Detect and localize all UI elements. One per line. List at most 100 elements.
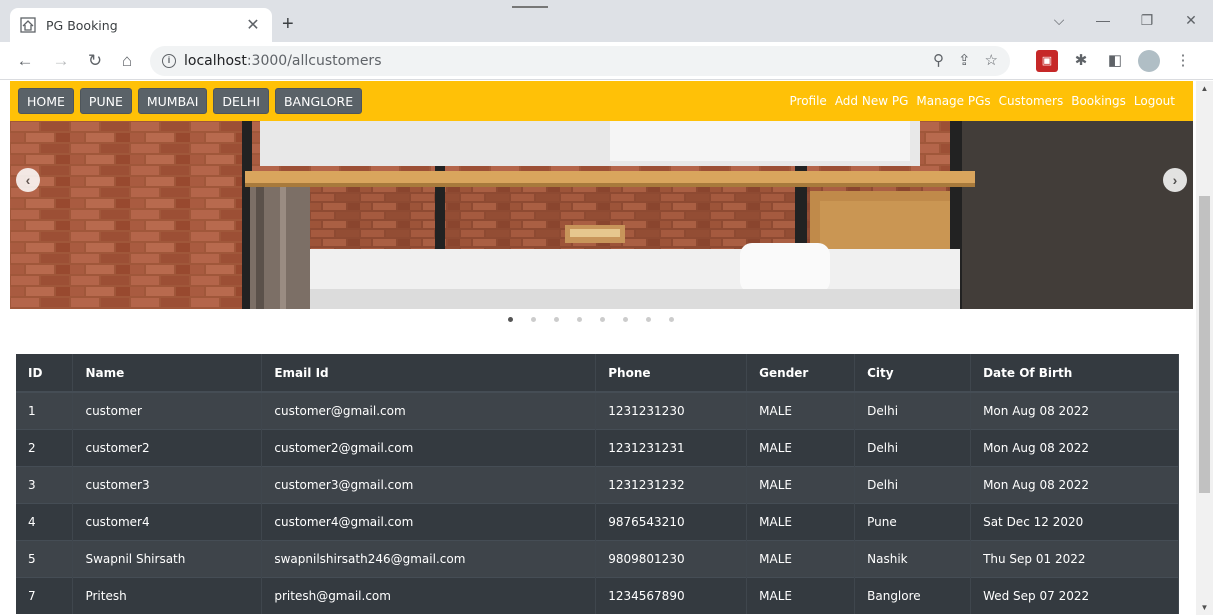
cell-gender: MALE — [746, 539, 856, 577]
cell-name: customer3 — [72, 465, 263, 503]
address-bar[interactable]: i localhost:3000/allcustomers ⚲ ⇪ ☆ — [150, 46, 1010, 76]
header-gender: Gender — [746, 354, 856, 393]
carousel-dot[interactable] — [554, 317, 559, 322]
scroll-up-icon[interactable]: ▲ — [1196, 84, 1213, 93]
table-row: 1 customer customer@gmail.com 1231231230… — [16, 391, 1179, 429]
header-id: ID — [16, 354, 74, 393]
carousel-indicators — [508, 317, 674, 322]
cell-email: customer4@gmail.com — [261, 502, 597, 540]
browser-toolbar: ← → ↻ ⌂ i localhost:3000/allcustomers ⚲ … — [0, 42, 1213, 80]
carousel-dot[interactable] — [646, 317, 651, 322]
reload-icon[interactable]: ↻ — [84, 50, 106, 72]
share-icon[interactable]: ⇪ — [958, 51, 971, 69]
cell-city: Nashik — [854, 539, 972, 577]
back-icon[interactable]: ← — [14, 50, 36, 72]
carousel-dot[interactable] — [669, 317, 674, 322]
cell-dob: Mon Aug 08 2022 — [970, 428, 1179, 466]
carousel-slide-image — [10, 121, 1193, 309]
forward-icon[interactable]: → — [50, 50, 72, 72]
cell-name: customer4 — [72, 502, 263, 540]
zoom-icon[interactable]: ⚲ — [933, 51, 944, 69]
carousel-dot[interactable] — [531, 317, 536, 322]
nav-banglore-button[interactable]: BANGLORE — [274, 88, 363, 114]
nav-bookings-link[interactable]: Bookings — [1071, 94, 1126, 108]
home-icon — [20, 17, 36, 33]
cell-name: Pritesh — [72, 576, 263, 614]
extension-icon[interactable]: ▣ — [1036, 50, 1058, 72]
cell-name: customer — [72, 391, 263, 429]
nav-customers-link[interactable]: Customers — [999, 94, 1064, 108]
cell-name: customer2 — [72, 428, 263, 466]
cell-phone: 1234567890 — [595, 576, 748, 614]
cell-gender: MALE — [746, 391, 856, 429]
menu-icon[interactable]: ⋮ — [1172, 50, 1194, 72]
page-scrollbar[interactable]: ▲ ▼ — [1196, 81, 1213, 615]
url-host: localhost — [184, 53, 247, 69]
header-dob: Date Of Birth — [970, 354, 1179, 393]
chevron-down-icon[interactable]: ⌵ — [1037, 12, 1081, 29]
cell-id: 1 — [16, 391, 74, 429]
carousel-dot[interactable] — [508, 317, 513, 322]
nav-pune-button[interactable]: PUNE — [79, 88, 132, 114]
scroll-down-icon[interactable]: ▼ — [1196, 603, 1213, 612]
cell-id: 5 — [16, 539, 74, 577]
nav-home-button[interactable]: HOME — [18, 88, 74, 114]
cell-dob: Wed Sep 07 2022 — [970, 576, 1179, 614]
tab-strip-mark — [512, 6, 548, 8]
nav-manage-pgs-link[interactable]: Manage PGs — [916, 94, 990, 108]
cell-phone: 1231231231 — [595, 428, 748, 466]
image-carousel: ‹ › — [10, 121, 1193, 309]
close-tab-icon[interactable]: ✕ — [244, 15, 262, 35]
nav-add-pg-link[interactable]: Add New PG — [835, 94, 909, 108]
carousel-prev-icon[interactable]: ‹ — [16, 168, 40, 192]
profile-avatar[interactable] — [1138, 50, 1160, 72]
header-phone: Phone — [595, 354, 748, 393]
header-email: Email Id — [261, 354, 597, 393]
page-viewport: HOME PUNE MUMBAI DELHI BANGLORE Profile … — [0, 81, 1213, 615]
nav-logout-link[interactable]: Logout — [1134, 94, 1175, 108]
sidepanel-icon[interactable]: ◧ — [1104, 50, 1126, 72]
restore-icon[interactable]: ❐ — [1125, 12, 1169, 29]
cell-city: Delhi — [854, 428, 972, 466]
cell-phone: 9809801230 — [595, 539, 748, 577]
cell-phone: 1231231230 — [595, 391, 748, 429]
browser-tab-bar: PG Booking ✕ + ⌵ — ❐ ✕ — [0, 0, 1213, 42]
cell-city: Delhi — [854, 391, 972, 429]
carousel-dot[interactable] — [600, 317, 605, 322]
cell-id: 4 — [16, 502, 74, 540]
star-icon[interactable]: ☆ — [985, 51, 998, 69]
info-icon[interactable]: i — [162, 54, 176, 68]
tab-title: PG Booking — [46, 17, 118, 33]
carousel-next-icon[interactable]: › — [1163, 168, 1187, 192]
site-navbar: HOME PUNE MUMBAI DELHI BANGLORE Profile … — [10, 81, 1193, 121]
browser-tab[interactable]: PG Booking ✕ — [10, 8, 272, 42]
cell-city: Delhi — [854, 465, 972, 503]
cell-email: customer@gmail.com — [261, 391, 597, 429]
cell-id: 3 — [16, 465, 74, 503]
carousel-dot[interactable] — [577, 317, 582, 322]
cell-email: pritesh@gmail.com — [261, 576, 597, 614]
nav-delhi-button[interactable]: DELHI — [213, 88, 269, 114]
table-row: 5 Swapnil Shirsath swapnilshirsath246@gm… — [16, 539, 1179, 577]
puzzle-icon[interactable]: ✱ — [1070, 50, 1092, 72]
nav-profile-link[interactable]: Profile — [790, 94, 827, 108]
new-tab-icon[interactable]: + — [282, 14, 294, 34]
cell-gender: MALE — [746, 502, 856, 540]
cell-email: customer2@gmail.com — [261, 428, 597, 466]
scroll-thumb[interactable] — [1199, 196, 1210, 493]
url-path: :3000/allcustomers — [246, 53, 382, 69]
header-name: Name — [72, 354, 263, 393]
minimize-icon[interactable]: — — [1081, 12, 1125, 28]
close-window-icon[interactable]: ✕ — [1169, 12, 1213, 29]
cell-dob: Thu Sep 01 2022 — [970, 539, 1179, 577]
cell-city: Pune — [854, 502, 972, 540]
cell-id: 2 — [16, 428, 74, 466]
cell-email: swapnilshirsath246@gmail.com — [261, 539, 597, 577]
carousel-dot[interactable] — [623, 317, 628, 322]
home-button-icon[interactable]: ⌂ — [116, 50, 138, 72]
cell-city: Banglore — [854, 576, 972, 614]
table-row: 2 customer2 customer2@gmail.com 12312312… — [16, 428, 1179, 466]
cell-dob: Mon Aug 08 2022 — [970, 391, 1179, 429]
cell-gender: MALE — [746, 465, 856, 503]
nav-mumbai-button[interactable]: MUMBAI — [137, 88, 208, 114]
